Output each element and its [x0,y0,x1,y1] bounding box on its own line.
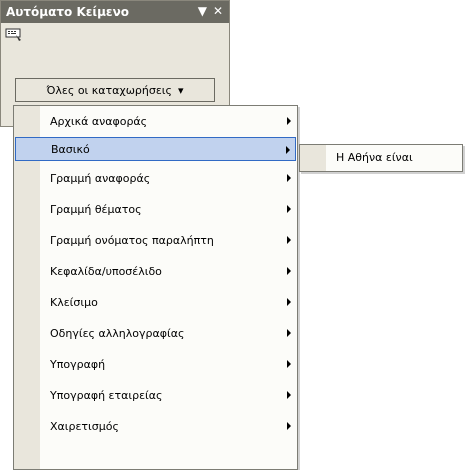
menu-item-label: Βασικό [51,142,90,156]
menu-item-subject-line[interactable]: Γραμμή θέματος [15,197,296,221]
dropdown-triangle-icon[interactable]: ▼ [198,4,207,18]
submenu-arrow-icon [287,174,291,182]
submenu-arrow-icon [287,298,291,306]
submenu-arrow-icon [286,146,290,154]
menu-item-recipient-name-line[interactable]: Γραμμή ονόματος παραλήπτη [15,228,296,252]
menu-item-label: Κεφαλίδα/υποσέλιδο [50,264,162,278]
close-icon[interactable]: ✕ [213,4,223,18]
entries-dropdown-label: Όλες οι καταχωρήσεις [46,83,172,97]
menu-item-reference-initials[interactable]: Αρχικά αναφοράς [15,109,296,133]
submenu-arrow-icon [287,267,291,275]
menu-item-label: Υπογραφή εταιρείας [50,388,163,402]
menu-item-basic[interactable]: Βασικό [15,137,296,161]
autotext-toolbar-icon[interactable] [5,26,23,42]
submenu-arrow-icon [287,205,291,213]
submenu-item-athens[interactable]: Η Αθήνα είναι [336,151,413,164]
pane-title-bar: Αυτόματο Κείμενο ▼ ✕ [1,1,229,23]
basic-submenu: Η Αθήνα είναι [299,144,463,172]
autotext-category-menu: Αρχικά αναφοράς Βασικό Γραμμή αναφοράς Γ… [13,105,298,470]
menu-item-label: Γραμμή θέματος [50,202,142,216]
menu-item-label: Αρχικά αναφοράς [50,114,148,128]
pane-title: Αυτόματο Κείμενο [6,5,130,19]
submenu-arrow-icon [287,360,291,368]
entries-dropdown[interactable]: Όλες οι καταχωρήσεις ▾ [15,78,215,102]
menu-item-mailing-instructions[interactable]: Οδηγίες αλληλογραφίας [15,321,296,345]
submenu-arrow-icon [287,422,291,430]
menu-item-label: Χαιρετισμός [50,419,119,433]
menu-item-reference-line[interactable]: Γραμμή αναφοράς [15,166,296,190]
menu-item-label: Γραμμή ονόματος παραλήπτη [50,233,214,247]
menu-item-signature[interactable]: Υπογραφή [15,352,296,376]
submenu-arrow-icon [287,391,291,399]
menu-item-company-signature[interactable]: Υπογραφή εταιρείας [15,383,296,407]
menu-item-header-footer[interactable]: Κεφαλίδα/υποσέλιδο [15,259,296,283]
menu-item-label: Υπογραφή [50,357,106,371]
menu-item-label: Κλείσιμο [50,295,98,309]
submenu-icon-strip [300,145,326,171]
menu-item-salutation[interactable]: Χαιρετισμός [15,414,296,438]
chevron-down-icon: ▾ [178,83,184,97]
menu-item-label: Οδηγίες αλληλογραφίας [50,326,185,340]
submenu-arrow-icon [287,236,291,244]
submenu-arrow-icon [287,329,291,337]
submenu-arrow-icon [287,117,291,125]
menu-item-closing[interactable]: Κλείσιμο [15,290,296,314]
menu-item-label: Γραμμή αναφοράς [50,171,151,185]
